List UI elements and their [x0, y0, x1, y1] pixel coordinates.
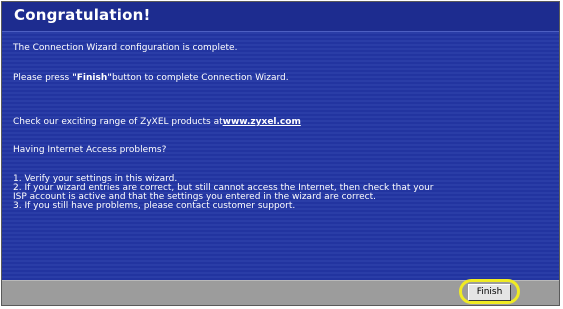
internet-problems-heading: Having Internet Access problems? — [13, 145, 167, 155]
list-item-contact-support: 3. If you still have problems, please co… — [13, 201, 296, 211]
zyxel-products-message: Check our exciting range of ZyXEL produc… — [13, 117, 301, 127]
zyxel-products-prefix: Check our exciting range of ZyXEL produc… — [13, 117, 223, 127]
finish-button[interactable]: Finish — [468, 284, 511, 301]
finish-reference-text: "Finish" — [72, 73, 112, 83]
wizard-content: The Connection Wizard configuration is c… — [2, 32, 559, 282]
wizard-header: Congratulation! — [2, 2, 559, 32]
finish-instruction-prefix: Please press — [13, 73, 73, 83]
page-title: Congratulation! — [14, 6, 151, 24]
zyxel-website-link[interactable]: www.zyxel.com — [223, 117, 301, 127]
wizard-dialog: Congratulation! The Connection Wizard co… — [1, 1, 560, 306]
finish-instruction-suffix: button to complete Connection Wizard. — [111, 73, 289, 83]
finish-instruction-message: Please press "Finish"button to complete … — [13, 73, 289, 83]
configuration-complete-message: The Connection Wizard configuration is c… — [13, 43, 238, 53]
